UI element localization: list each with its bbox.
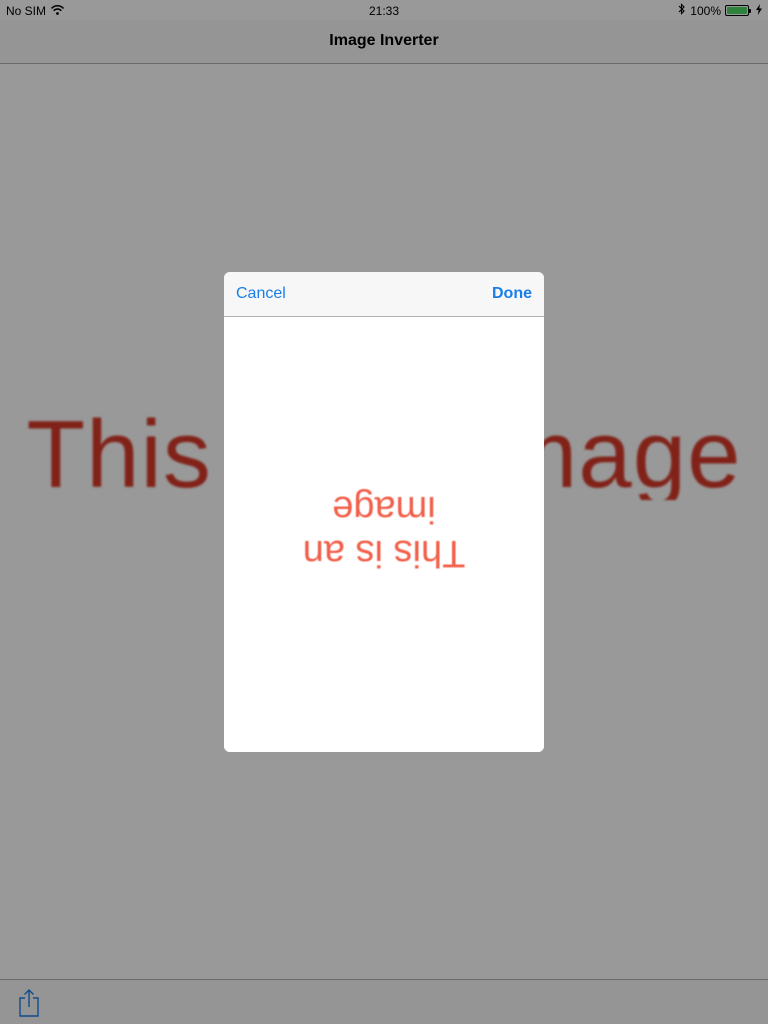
done-button[interactable]: Done [492,285,532,303]
inverted-text-line-2: image [332,488,436,530]
modal-header: Cancel Done [224,272,544,317]
inverted-image-modal: Cancel Done This is an image [224,272,544,752]
inverted-text-line-1: This is an [302,532,466,574]
cancel-button[interactable]: Cancel [236,285,286,303]
inverted-image-preview: This is an image [224,317,544,752]
inverted-image: This is an image [224,487,544,575]
